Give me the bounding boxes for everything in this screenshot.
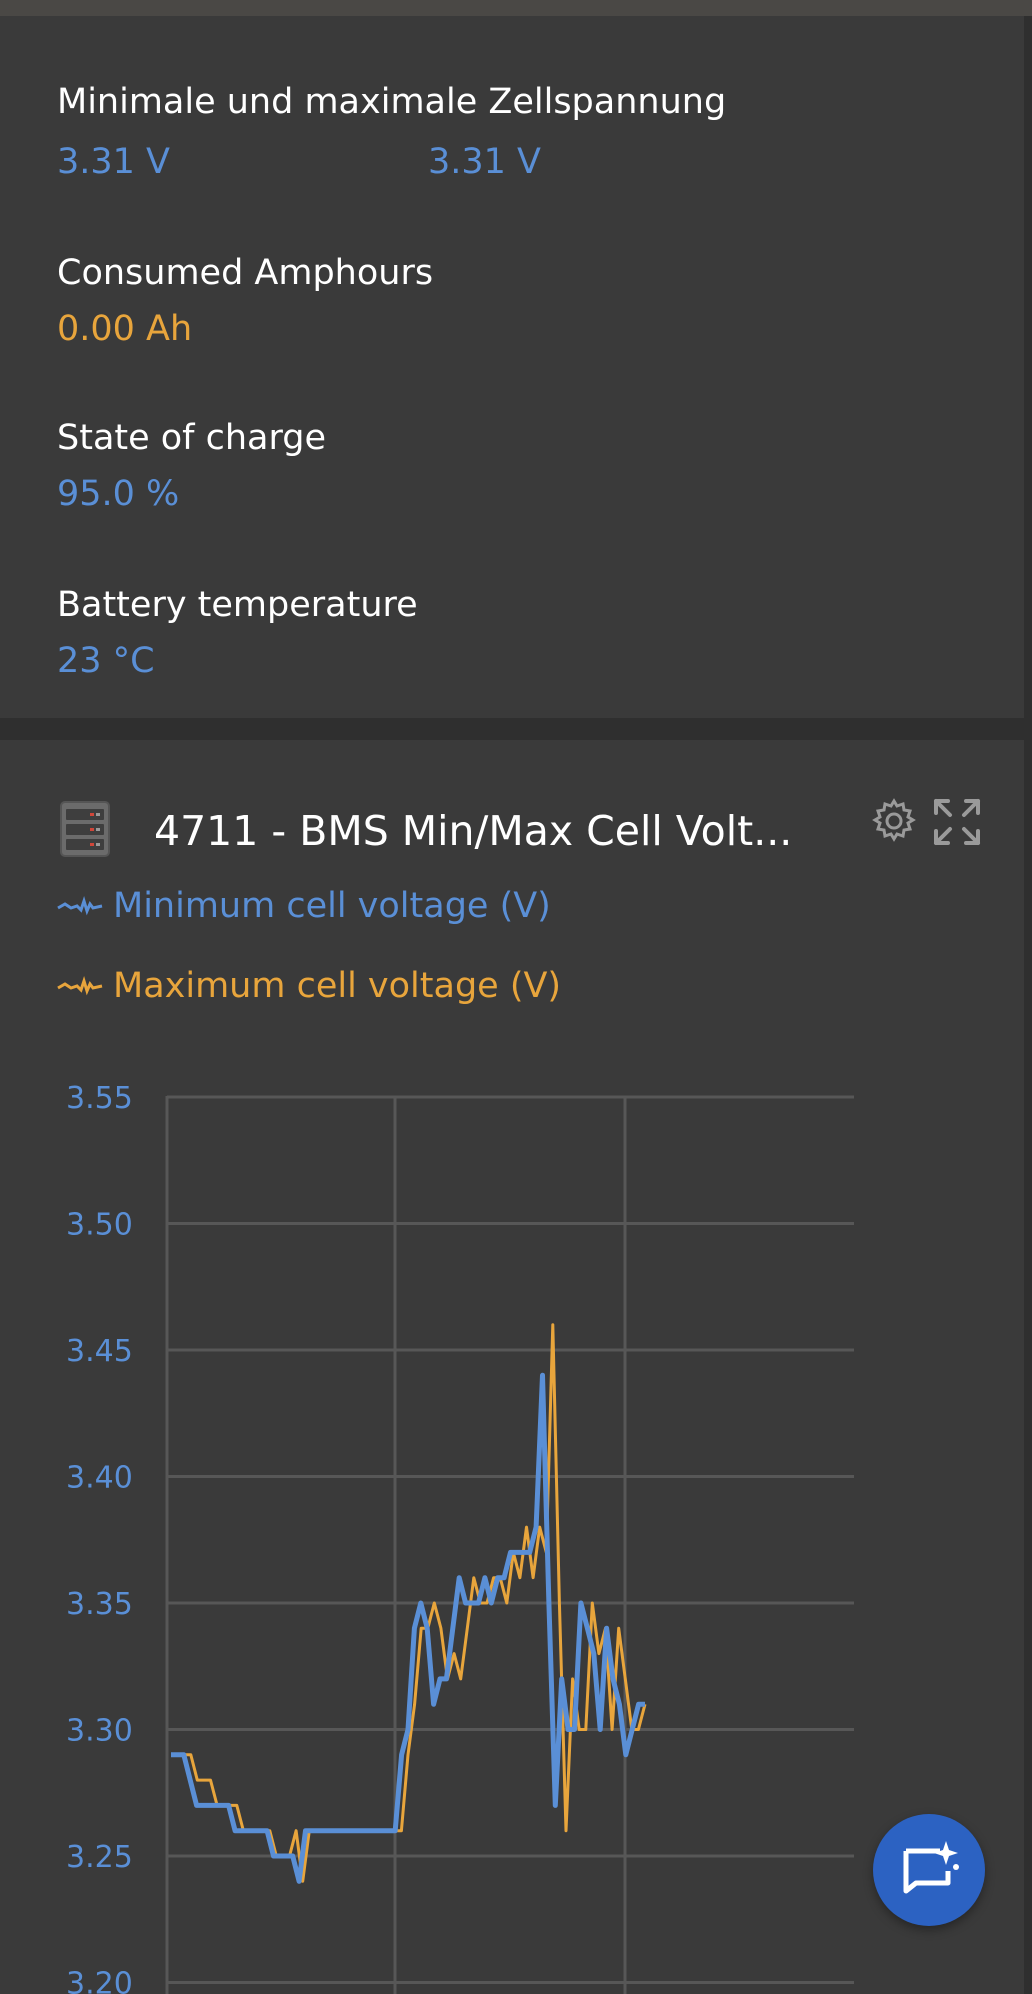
legend-min-label: Minimum cell voltage (V) xyxy=(113,886,551,926)
consumed-amphours-label: Consumed Amphours xyxy=(57,253,434,293)
expand-icon[interactable] xyxy=(932,797,982,847)
y-tick-label: 3.45 xyxy=(66,1334,133,1369)
consumed-amphours-value: 0.00 Ah xyxy=(57,309,193,349)
line-series-icon xyxy=(57,896,103,916)
battery-rack-icon xyxy=(60,801,110,857)
state-of-charge-field: State of charge 95.0 % xyxy=(57,416,326,516)
max-cell-voltage-value: 3.31 V xyxy=(428,142,541,182)
legend-max-label: Maximum cell voltage (V) xyxy=(113,966,562,1006)
line-series-icon xyxy=(57,976,103,996)
battery-temperature-label: Battery temperature xyxy=(57,585,418,625)
status-bar-strip xyxy=(0,0,1032,16)
ai-assistant-button[interactable] xyxy=(873,1814,985,1926)
y-tick-label: 3.30 xyxy=(66,1714,133,1749)
y-tick-label: 3.50 xyxy=(66,1208,133,1243)
y-tick-label: 3.40 xyxy=(66,1461,133,1496)
y-tick-label: 3.20 xyxy=(66,1967,133,1994)
cell-voltage-field: Minimale und maximale Zellspannung 3.31 … xyxy=(57,80,726,184)
chat-sparkle-icon xyxy=(903,1841,959,1894)
series-min-cell-voltage-line xyxy=(171,1372,645,1884)
battery-temperature-field: Battery temperature 23 °C xyxy=(57,583,418,683)
legend-min-cell-voltage[interactable]: Minimum cell voltage (V) xyxy=(57,884,551,928)
gear-icon[interactable] xyxy=(870,797,918,845)
min-cell-voltage-value: 3.31 V xyxy=(57,142,170,182)
y-tick-label: 3.35 xyxy=(66,1587,133,1622)
widget-title: 4711 - BMS Min/Max Cell Volt... xyxy=(154,807,793,855)
y-tick-label: 3.25 xyxy=(66,1840,133,1875)
right-edge-strip xyxy=(1024,16,1032,1994)
cell-voltage-label: Minimale und maximale Zellspannung xyxy=(57,82,727,122)
consumed-amphours-field: Consumed Amphours 0.00 Ah xyxy=(57,251,433,351)
panel-divider xyxy=(0,718,1032,740)
y-tick-label: 3.55 xyxy=(66,1081,133,1116)
battery-temperature-value: 23 °C xyxy=(57,641,155,681)
state-of-charge-label: State of charge xyxy=(57,418,327,458)
cell-voltage-chart: 3.55 3.50 3.45 3.40 3.35 3.30 3.25 3.20 xyxy=(66,1081,854,1994)
legend-max-cell-voltage[interactable]: Maximum cell voltage (V) xyxy=(57,964,561,1008)
state-of-charge-value: 95.0 % xyxy=(57,474,180,514)
